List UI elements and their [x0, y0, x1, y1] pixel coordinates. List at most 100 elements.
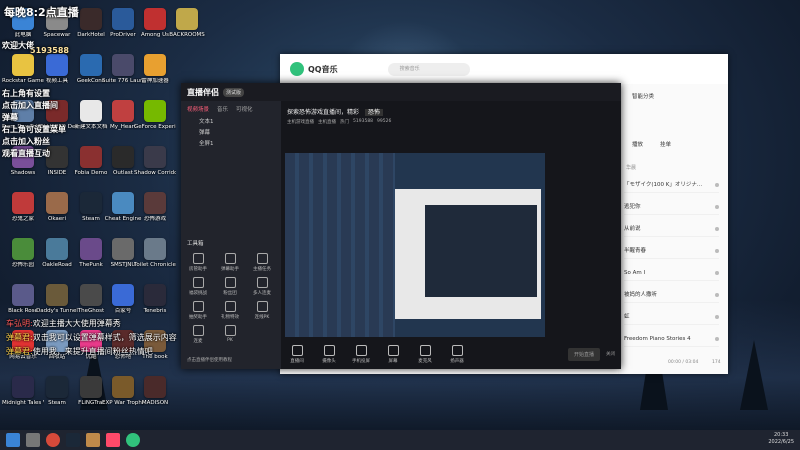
qqmusic-search-input[interactable]: 搜索音乐: [387, 62, 470, 76]
bottom-bar-button[interactable]: 扬声器: [441, 344, 473, 364]
more-icon[interactable]: [715, 205, 719, 209]
more-icon[interactable]: [715, 293, 719, 297]
stream-preview[interactable]: [285, 153, 545, 337]
app-icon: [112, 54, 134, 76]
app-icon: [46, 376, 68, 398]
toolbox-item[interactable]: 抽奖助手: [187, 301, 209, 320]
zhibo-left-panel: 视频场景 音乐 可视化 文本1 弹幕 全屏1 工具箱 房管助手 弹幕助手 主播任务福…: [181, 101, 281, 369]
tab-music[interactable]: 音乐: [217, 105, 228, 113]
tab-play[interactable]: 播放: [632, 140, 643, 148]
desktop-icon[interactable]: 雷神加速器: [136, 54, 174, 94]
song-item[interactable]: 从前说: [624, 222, 719, 237]
zhibo-app-name: 直播伴侣: [187, 87, 219, 97]
song-item[interactable]: 虹: [624, 310, 719, 325]
clock[interactable]: 20:33 2022/6/25: [768, 432, 794, 446]
bottom-bar-button[interactable]: 手机投屏: [345, 344, 377, 364]
folder-icon[interactable]: [86, 433, 100, 447]
qqmusic-taskbar-icon[interactable]: [126, 433, 140, 447]
bottom-bar-button[interactable]: 摄像头: [313, 344, 345, 364]
tab-list[interactable]: 挂单: [660, 140, 671, 148]
app-icon: [112, 192, 134, 214]
tab-visual[interactable]: 可视化: [236, 105, 253, 113]
desktop-icon-label: BACKROOMS: [169, 32, 205, 38]
more-icon[interactable]: [715, 337, 719, 341]
app-icon: [144, 100, 166, 122]
stream-meta-item: 热门: [340, 120, 349, 125]
steam-icon[interactable]: [66, 433, 80, 447]
stream-title[interactable]: 探索恐怖游戏直播间，精彩: [287, 109, 359, 116]
toolbox-item[interactable]: 连线PK: [251, 301, 273, 320]
toolbox-item[interactable]: 房管助手: [187, 253, 209, 272]
song-item[interactable]: 被妈的人撒听: [624, 288, 719, 303]
desktop-icon[interactable]: MADISON: [136, 376, 174, 416]
danmu-user: 弹幕君:: [6, 333, 33, 342]
bottom-bar-button[interactable]: 直播间: [281, 344, 313, 364]
scene-item[interactable]: 弹幕: [181, 128, 281, 139]
desktop-icon[interactable]: 恐怖乐园: [4, 238, 42, 278]
song-item[interactable]: 半醒青春: [624, 244, 719, 259]
desktop-icon[interactable]: OakleRoad: [38, 238, 76, 278]
song-item[interactable]: So Am I: [624, 266, 719, 281]
browser-icon[interactable]: [46, 433, 60, 447]
toolbox-item[interactable]: 连麦: [187, 325, 209, 344]
desktop-icon[interactable]: Shadow Corridor: [134, 146, 176, 186]
app-icon: [112, 146, 134, 168]
bottom-button-label: 手机投屏: [352, 358, 370, 364]
toolbox-item[interactable]: 福袋挑战: [187, 277, 209, 296]
tool-label: PK: [227, 338, 233, 343]
bottom-button-label: 摄像头: [322, 358, 336, 364]
desktop-icon[interactable]: Steam: [38, 376, 76, 416]
scene-item[interactable]: 全屏1: [181, 139, 281, 150]
song-item[interactable]: 逃犯你: [624, 200, 719, 215]
toolbox-item[interactable]: 礼物特效: [219, 301, 241, 320]
app-icon: [144, 146, 166, 168]
app-icon: [46, 238, 68, 260]
task-view-icon[interactable]: [26, 433, 40, 447]
more-icon[interactable]: [715, 183, 719, 187]
bottom-bar-button[interactable]: 屏幕: [377, 344, 409, 364]
desktop-icon[interactable]: Tenebris: [136, 284, 174, 324]
toolbox-item[interactable]: PK: [219, 325, 241, 343]
zhibo-taskbar-icon[interactable]: [106, 433, 120, 447]
song-item[interactable]: 「モザイク(100 K」オリジナ...: [624, 178, 719, 193]
close-link[interactable]: 关闭: [606, 351, 615, 357]
more-icon[interactable]: [715, 271, 719, 275]
more-icon[interactable]: [715, 249, 719, 253]
app-icon: [112, 8, 134, 30]
tutorial-link[interactable]: 点击直播伴侣使用教程: [187, 357, 232, 363]
desktop-icon[interactable]: Toilet Chronicles: [134, 238, 176, 278]
app-icon: [80, 8, 102, 30]
toolbox-item[interactable]: 主播任务: [251, 253, 273, 272]
desktop-icon[interactable]: GeForce Experience: [134, 100, 176, 140]
tool-label: 多人连麦: [253, 291, 271, 296]
overlay-line: 观看直播互动: [2, 149, 50, 158]
more-icon[interactable]: [715, 227, 719, 231]
taskbar: 20:33 2022/6/25: [0, 430, 800, 450]
tool-label: 连麦: [193, 339, 203, 344]
stream-tag[interactable]: 恐怖: [364, 109, 383, 116]
desktop-icon[interactable]: Midnight Tales VOL.2: [2, 376, 44, 416]
qqmusic-titlebar: QQ音乐 搜索音乐: [280, 54, 728, 84]
toolbox-item[interactable]: 粉丝团: [219, 277, 241, 296]
bottom-button-icon: [387, 344, 399, 356]
zhibo-titlebar: 直播伴侣 测试版: [181, 83, 621, 101]
stream-meta-item: 主机游戏直播: [287, 120, 314, 125]
toolbox-item[interactable]: 弹幕助手: [219, 253, 241, 272]
qqmusic-right-header[interactable]: 智能分类: [632, 92, 654, 100]
overlay-line: 点击加入粉丝: [2, 137, 50, 146]
desktop-icon[interactable]: BACKROOMS: [168, 8, 206, 48]
toolbox-item[interactable]: 多人连麦: [251, 277, 273, 296]
start-stream-button[interactable]: 开始直播: [567, 347, 600, 361]
scene-item[interactable]: 文本1: [181, 117, 281, 128]
desktop-icon[interactable]: 恐怖游戏: [136, 192, 174, 232]
qqmusic-playlist-panel: 智能分类 播放 挂单 华晨 「モザイク(100 K」オリジナ... 逃犯你 从前说半…: [618, 84, 728, 374]
desktop-icon[interactable]: Okaeri: [38, 192, 76, 232]
zhibo-window[interactable]: 直播伴侣 测试版 视频场景 音乐 可视化 文本1 弹幕 全屏1 工具箱 房管助手…: [181, 83, 621, 369]
song-item[interactable]: Freedom Piano Stories 4: [624, 332, 719, 347]
start-icon[interactable]: [6, 433, 20, 447]
bottom-bar-button[interactable]: 麦克风: [409, 344, 441, 364]
app-icon: [80, 146, 102, 168]
desktop-icon[interactable]: 恐鬼之家: [4, 192, 42, 232]
tab-video-scene[interactable]: 视频场景: [187, 105, 209, 113]
more-icon[interactable]: [715, 315, 719, 319]
